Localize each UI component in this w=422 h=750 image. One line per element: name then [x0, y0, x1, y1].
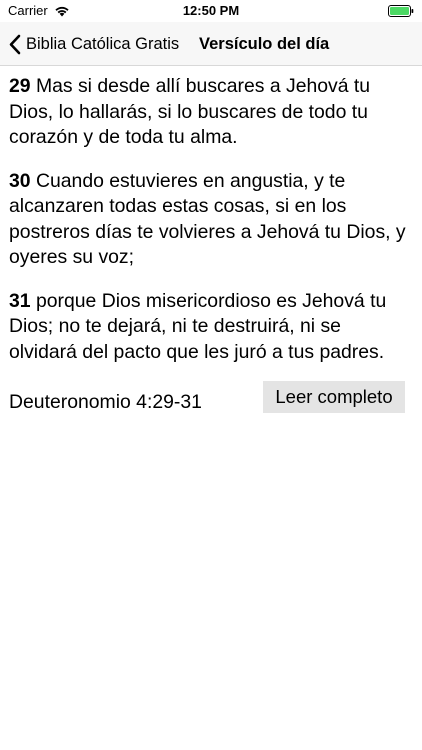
verse-text: porque Dios misericordioso es Jehová tu … — [9, 289, 387, 363]
verse-29: 29 Mas si desde allí buscares a Jehová t… — [9, 66, 414, 151]
verse-30: 30 Cuando estuvieres en angustia, y te a… — [9, 169, 414, 271]
battery-icon — [388, 5, 414, 17]
verse-content: 29 Mas si desde allí buscares a Jehová t… — [9, 66, 414, 421]
verse-text: Mas si desde allí buscares a Jehová tu D… — [9, 75, 371, 148]
back-button[interactable]: Biblia Católica Gratis — [8, 22, 179, 66]
status-bar: Carrier 12:50 PM — [0, 0, 422, 22]
navigation-bar: Biblia Católica Gratis Versículo del día — [0, 22, 422, 66]
verse-number: 29 — [9, 75, 31, 97]
verse-number: 30 — [9, 169, 31, 192]
clock: 12:50 PM — [182, 3, 240, 18]
page-title: Versículo del día — [199, 35, 330, 53]
verse-footer: Deuteronomio 4:29-31 Leer completo — [9, 381, 414, 421]
chevron-left-icon — [9, 34, 21, 54]
verse-31: 31 porque Dios misericordioso es Jehová … — [9, 289, 414, 366]
verse-number: 31 — [9, 289, 31, 312]
verse-text: Cuando estuvieres en angustia, y te alca… — [9, 169, 406, 269]
verse-reference: Deuteronomio 4:29-31 — [9, 391, 202, 413]
read-full-button[interactable]: Leer completo — [263, 381, 405, 413]
back-button-label: Biblia Católica Gratis — [26, 34, 180, 53]
